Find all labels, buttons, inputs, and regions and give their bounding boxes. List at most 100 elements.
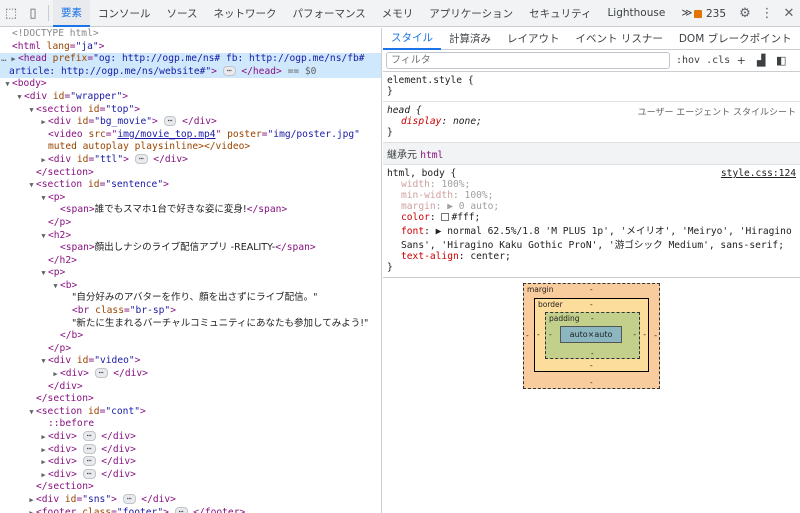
tree-line-span1[interactable]: <span>誰でもスマホ1台で好きな姿に変身!</span> [0,204,381,217]
stylesheet-source-link[interactable]: style.css:124 [721,168,796,179]
collapsed-ellipsis[interactable]: ⋯ [122,493,136,504]
close-icon[interactable]: ✕ [778,0,800,27]
tree-line-section-sentence[interactable]: ▼ <section id="sentence"> [0,179,381,192]
tree-line-h2-close[interactable]: </h2> [0,255,381,268]
color-swatch[interactable] [441,213,450,221]
collapse-arrow-icon[interactable]: ▼ [39,192,48,205]
collapsed-ellipsis[interactable]: ⋯ [222,65,236,76]
tab-console[interactable]: コンソール [90,0,159,27]
tab-memory[interactable]: メモリ [374,0,422,27]
inspect-element-icon[interactable]: ⬚ [0,0,22,27]
collapse-arrow-icon[interactable]: ▼ [27,406,36,419]
collapsed-ellipsis[interactable]: ⋯ [94,368,108,379]
border-right-value[interactable]: - [643,330,646,339]
tree-line-section-top[interactable]: ▼ <section id="top"> [0,104,381,117]
box-content[interactable]: auto×auto [560,326,622,343]
padding-top-value[interactable]: - [591,314,594,323]
expand-arrow-icon[interactable]: ▶ [39,116,48,129]
tree-line-body[interactable]: ▼ <body> [0,78,381,91]
collapsed-ellipsis[interactable]: ⋯ [82,431,96,441]
head-rule[interactable]: ユーザー エージェント スタイルシート head { display: none… [383,102,800,143]
tree-line-section-cont[interactable]: ▼ <section id="cont"> [0,406,381,419]
border-top-value[interactable]: - [590,300,593,309]
tab-security[interactable]: セキュリティ [521,0,599,27]
kebab-menu-icon[interactable]: ⋮ [756,0,778,27]
tree-line-video[interactable]: <video src="img/movie_top.mp4" poster="i… [0,129,381,154]
expand-arrow-icon[interactable]: ▶ [51,368,60,381]
tree-line-cont-div1[interactable]: ▶ <div> ⋯ </div> [0,431,381,444]
collapse-arrow-icon[interactable]: ▼ [3,78,12,91]
tab-lighthouse[interactable]: Lighthouse [599,0,673,27]
collapse-arrow-icon[interactable]: ▼ [39,267,48,280]
tree-line-div-video[interactable]: ▼ <div id="video"> [0,355,381,368]
new-rule-plus-icon[interactable]: + [732,54,750,67]
tree-line-head[interactable]: … ▶ <head prefix="og: http://ogp.me/ns# fb… [0,53,381,79]
expand-arrow-icon[interactable]: ▶ [39,469,48,482]
padding-right-value[interactable]: - [633,330,636,339]
hov-toggle[interactable]: :hov [676,55,700,66]
margin-left-value[interactable]: - [526,331,529,340]
expand-arrow-icon[interactable]: ▶ [39,456,48,469]
tree-line-cont-div2[interactable]: ▶ <div> ⋯ </div> [0,443,381,457]
tab-elements[interactable]: 要素 [53,0,90,27]
row-menu-dots-icon[interactable]: … [1,53,6,66]
tree-line-section-cont-close[interactable]: </section> [0,481,381,494]
tree-line-ttl[interactable]: ▶ <div id="ttl"> ⋯ </div> [0,153,381,167]
tree-line-section-sentence-close[interactable]: </section> [0,393,381,406]
tree-line-div-video-close[interactable]: </div> [0,381,381,394]
gear-icon[interactable]: ⚙ [734,0,756,27]
tree-line-div-video-child[interactable]: ▶ <div> ⋯ </div> [0,368,381,381]
tree-line-br[interactable]: <br class="br-sp"> [0,305,381,318]
tab-sources[interactable]: ソース [159,0,206,27]
tab-application[interactable]: アプリケーション [421,0,521,27]
padding-left-value[interactable]: - [549,330,552,339]
element-style-rule[interactable]: element.style { } [383,72,800,102]
tab-dom-breakpoints[interactable]: DOM ブレークポイント [671,28,800,50]
expand-arrow-icon[interactable]: ▶ [39,444,48,457]
tree-line-cont-div3[interactable]: ▶ <div> ⋯ </div> [0,456,381,469]
tree-line-span2[interactable]: <span>顔出しナシのライブ配信アプリ -REALITY-</span> [0,242,381,255]
collapse-arrow-icon[interactable]: ▼ [27,179,36,192]
tab-styles[interactable]: スタイル [383,28,441,50]
tree-line-p2-close[interactable]: </p> [0,343,381,356]
collapsed-ellipsis[interactable]: ⋯ [82,468,96,479]
expand-arrow-icon[interactable]: ▶ [39,431,48,444]
html-body-rule[interactable]: style.css:124 html, body { width: 100%; … [383,165,800,278]
tree-line-sns[interactable]: ▶ <div id="sns"> ⋯ </div> [0,493,381,507]
issues-badge[interactable]: 235 [693,8,726,20]
tree-line-wrapper[interactable]: ▼ <div id="wrapper"> [0,91,381,104]
expand-arrow-icon[interactable]: ▶ [27,507,36,513]
expand-arrow-icon[interactable]: ▶ [9,53,18,66]
inherited-from-link[interactable]: html [420,150,443,161]
collapsed-ellipsis[interactable]: ⋯ [163,116,177,127]
tree-line-b-text1[interactable]: "自分好みのアバターを作り、顔を出さずにライブ配信。" [0,292,381,305]
collapsed-ellipsis[interactable]: ⋯ [82,456,96,467]
tree-line-p1-close[interactable]: </p> [0,217,381,230]
cls-toggle[interactable]: .cls [706,55,730,66]
tab-network[interactable]: ネットワーク [205,0,284,27]
tree-line-p2[interactable]: ▼ <p> [0,267,381,280]
tab-event-listeners[interactable]: イベント リスナー [568,28,671,50]
tab-performance[interactable]: パフォーマンス [284,0,373,27]
margin-top-value[interactable]: - [590,285,593,294]
collapse-arrow-icon[interactable]: ▼ [39,230,48,243]
tab-computed[interactable]: 計算済み [441,28,499,50]
margin-right-value[interactable]: - [654,331,657,340]
tree-line-html[interactable]: <html lang="ja"> [0,41,381,54]
tree-line-cont-div4[interactable]: ▶ <div> ⋯ </div> [0,468,381,482]
collapsed-ellipsis[interactable]: ⋯ [82,443,96,454]
tree-line-doctype[interactable]: <!DOCTYPE html> [0,28,381,41]
styles-filter-input[interactable] [386,52,670,69]
tree-line-b-text2[interactable]: "新たに生まれるバーチャルコミュニティにあなたも参加してみよう!" [0,318,381,331]
tree-line-h2[interactable]: ▼ <h2> [0,230,381,243]
border-left-value[interactable]: - [537,330,540,339]
tree-line-bg-movie[interactable]: ▶ <div id="bg_movie"> ⋯ </div> [0,116,381,129]
border-bottom-value[interactable]: - [590,361,593,370]
collapsed-ellipsis[interactable]: ⋯ [174,506,188,513]
collapse-arrow-icon[interactable]: ▼ [27,104,36,117]
collapse-arrow-icon[interactable]: ▼ [15,91,24,104]
collapse-arrow-icon[interactable]: ▼ [39,355,48,368]
device-toolbar-icon[interactable]: ▯ [22,0,44,27]
paint-icon[interactable]: ▟ [752,54,770,67]
tree-line-b-close[interactable]: </b> [0,330,381,343]
